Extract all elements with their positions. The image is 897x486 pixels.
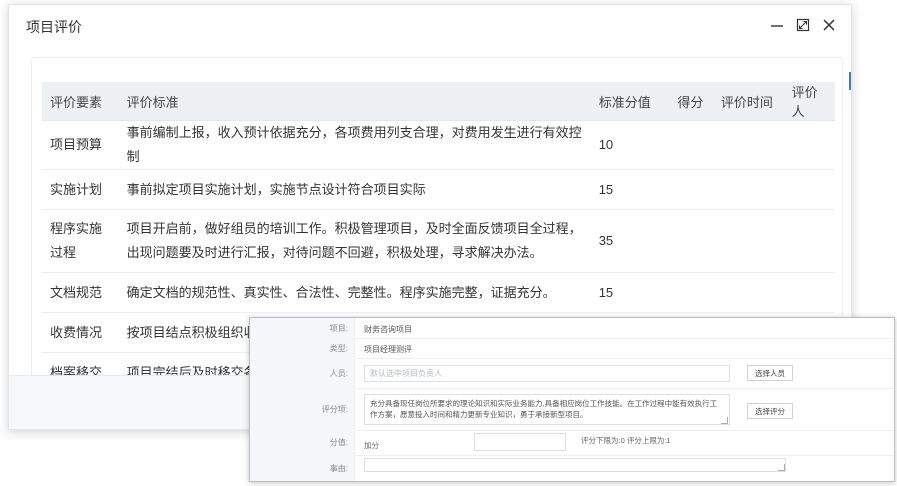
maximize-icon [796, 18, 810, 32]
score-input[interactable] [474, 433, 566, 451]
cell-obtained [669, 272, 713, 313]
column-header-time[interactable]: 评价时间 [712, 82, 784, 121]
cell-element: 实施计划 [42, 169, 119, 210]
cell-element: 程序实施过程 [42, 209, 119, 273]
table-header-row: 评价要素 评价标准 标准分值 得分 评价时间 评价人 [42, 82, 835, 121]
maximize-button[interactable] [795, 17, 811, 33]
criteria-textarea[interactable]: 充分具备现任岗位所要求的理论知识和实际业务能力,具备相应岗位工作技能。在工作过程… [364, 394, 730, 425]
cell-time [712, 272, 784, 313]
resize-grip-icon[interactable] [721, 417, 728, 424]
close-icon [823, 19, 835, 31]
resize-grip-icon[interactable] [778, 464, 785, 471]
close-button[interactable] [821, 17, 837, 33]
table-row[interactable]: 文档规范 确定文档的规范性、真实性、合法性、完整性。程序实施完整，证据充分。 1… [42, 272, 835, 313]
select-person-button[interactable]: 选择人员 [747, 365, 793, 381]
form-row-project: 项目: 财务咨询项目 [250, 318, 894, 339]
form-row-score: 分值: 加分 评分下限为:0 评分上限为:1 [250, 430, 894, 456]
score-mode[interactable]: 加分 [364, 440, 379, 451]
minimize-button[interactable] [769, 17, 785, 33]
minimize-icon [771, 25, 783, 27]
cell-standard: 项目开启前，做好组员的培训工作。积极管理项目，及时全面反馈项目全过程，出现问题要… [118, 209, 591, 273]
table-row[interactable]: 项目预算 事前编制上报，收入预计依据充分，各项费用列支合理，对费用发生进行有效控… [42, 120, 835, 170]
table-row[interactable]: 程序实施过程 项目开启前，做好组员的培训工作。积极管理项目，及时全面反馈项目全过… [42, 209, 835, 273]
cell-element: 档案移交 [42, 352, 119, 376]
cell-obtained [669, 209, 713, 273]
project-label: 项目: [250, 318, 355, 338]
cell-standard: 事前拟定项目实施计划，实施节点设计符合项目实际 [118, 169, 591, 210]
column-header-standard[interactable]: 评价标准 [118, 82, 591, 121]
type-label: 类型: [250, 338, 355, 358]
person-input[interactable] [364, 365, 730, 382]
column-header-evaluator[interactable]: 评价人 [783, 82, 835, 121]
cell-standard: 事前编制上报，收入预计依据充分，各项费用列支合理，对费用发生进行有效控制 [118, 120, 591, 170]
cell-time [712, 120, 784, 170]
cell-obtained [669, 169, 713, 210]
cell-score: 15 [590, 272, 670, 313]
table-row[interactable]: 实施计划 事前拟定项目实施计划，实施节点设计符合项目实际 15 [42, 169, 835, 210]
cell-evaluator [783, 169, 835, 210]
scrollbar-thumb[interactable] [849, 72, 851, 90]
cell-evaluator [783, 272, 835, 313]
cell-score: 35 [590, 209, 670, 273]
score-label: 分值: [250, 430, 355, 455]
column-header-score[interactable]: 标准分值 [590, 82, 670, 121]
window-controls [769, 17, 837, 33]
cell-element: 收费情况 [42, 312, 119, 353]
select-criteria-button[interactable]: 选择评分 [747, 403, 793, 419]
evaluation-form-panel: 项目: 财务咨询项目 类型: 项目经理测评 人员: 选择人员 评分项: 充分具备… [249, 317, 895, 482]
person-label: 人员: [250, 358, 355, 388]
dialog-title: 项目评价 [26, 19, 82, 35]
criteria-label: 评分项: [250, 388, 355, 430]
column-header-obtained[interactable]: 得分 [669, 82, 713, 121]
form-row-type: 类型: 项目经理测评 [250, 338, 894, 359]
cell-standard: 确定文档的规范性、真实性、合法性、完整性。程序实施完整，证据充分。 [118, 272, 591, 313]
score-range-hint: 评分下限为:0 评分上限为:1 [581, 436, 671, 445]
cell-score: 10 [590, 120, 670, 170]
screen: 项目评价 评价要素 评价标准 标准分值 得分 评价时间 评价人 项目预算 事前编… [0, 0, 897, 486]
cell-evaluator [783, 120, 835, 170]
cell-score: 15 [590, 169, 670, 210]
form-row-person: 人员: 选择人员 [250, 358, 894, 389]
cell-element: 文档规范 [42, 272, 119, 313]
project-value: 财务咨询项目 [364, 325, 412, 334]
column-header-element[interactable]: 评价要素 [42, 82, 119, 121]
dialog-header: 项目评价 [9, 5, 851, 49]
cell-element: 项目预算 [42, 120, 119, 170]
reason-textarea[interactable] [364, 458, 786, 472]
cell-time [712, 209, 784, 273]
form-row-reason: 事由: [250, 455, 894, 481]
form-row-criteria: 评分项: 充分具备现任岗位所要求的理论知识和实际业务能力,具备相应岗位工作技能。… [250, 388, 894, 431]
cell-obtained [669, 120, 713, 170]
cell-time [712, 169, 784, 210]
type-value: 项目经理测评 [364, 345, 412, 354]
reason-label: 事由: [250, 455, 355, 481]
cell-evaluator [783, 209, 835, 273]
